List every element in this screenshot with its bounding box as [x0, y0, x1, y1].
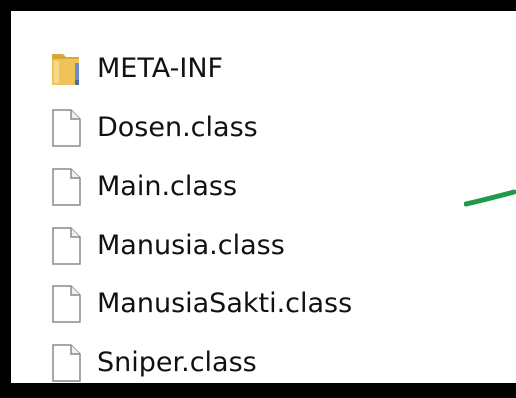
file-item-manusiasakti-class[interactable]: ManusiaSakti.class	[49, 283, 352, 325]
file-name-label: Main.class	[97, 171, 238, 202]
screenshot-frame: META-INF Dosen.class Main.class Manusia.…	[0, 0, 516, 398]
file-icon	[52, 168, 81, 206]
file-list: META-INF Dosen.class Main.class Manusia.…	[11, 11, 516, 383]
file-item-main-class[interactable]: Main.class	[49, 166, 237, 208]
file-icon	[52, 285, 81, 323]
green-arrow-stroke	[464, 189, 516, 207]
file-item-manusia-class[interactable]: Manusia.class	[49, 225, 285, 267]
file-name-label: Dosen.class	[97, 112, 258, 143]
file-name-label: ManusiaSakti.class	[97, 288, 353, 319]
file-name-label: Manusia.class	[97, 230, 285, 261]
file-name-label: META-INF	[97, 53, 224, 84]
file-icon	[52, 109, 81, 147]
file-icon	[52, 344, 81, 382]
file-item-meta-inf[interactable]: META-INF	[49, 48, 223, 90]
file-item-dosen-class[interactable]: Dosen.class	[49, 107, 258, 149]
file-name-label: Sniper.class	[97, 347, 257, 378]
file-icon	[52, 227, 81, 265]
file-item-sniper-class[interactable]: Sniper.class	[49, 342, 257, 384]
file-list-panel: META-INF Dosen.class Main.class Manusia.…	[11, 11, 516, 383]
folder-icon	[52, 54, 79, 85]
